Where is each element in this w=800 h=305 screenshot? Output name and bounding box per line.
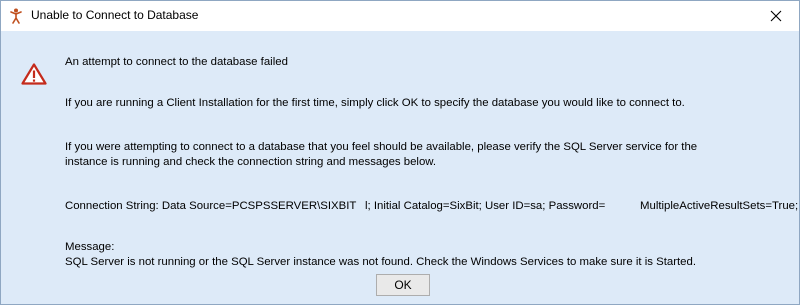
error-heading: An attempt to connect to the database fa…: [65, 56, 288, 68]
error-dialog: Unable to Connect to Database An attempt…: [0, 0, 800, 305]
verify-text-line-2: instance is running and check the connec…: [65, 156, 437, 168]
close-icon: [770, 10, 782, 22]
close-button[interactable]: [753, 1, 799, 31]
ok-button[interactable]: OK: [376, 274, 430, 296]
warning-triangle-icon: [21, 63, 47, 85]
connection-string-part-1: Connection String: Data Source=PCSPSSERV…: [65, 200, 357, 212]
client-install-text: If you are running a Client Installation…: [65, 97, 685, 109]
app-figure-icon: [9, 8, 23, 24]
connection-string-part-2: l; Initial Catalog=SixBit; User ID=sa; P…: [365, 200, 606, 212]
title-bar: Unable to Connect to Database: [1, 1, 799, 31]
message-label: Message:: [65, 241, 115, 253]
connection-string-part-3: MultipleActiveResultSets=True;: [640, 200, 799, 212]
window-title: Unable to Connect to Database: [31, 8, 199, 22]
message-text: SQL Server is not running or the SQL Ser…: [65, 256, 696, 268]
verify-text-line-1: If you were attempting to connect to a d…: [65, 141, 698, 153]
